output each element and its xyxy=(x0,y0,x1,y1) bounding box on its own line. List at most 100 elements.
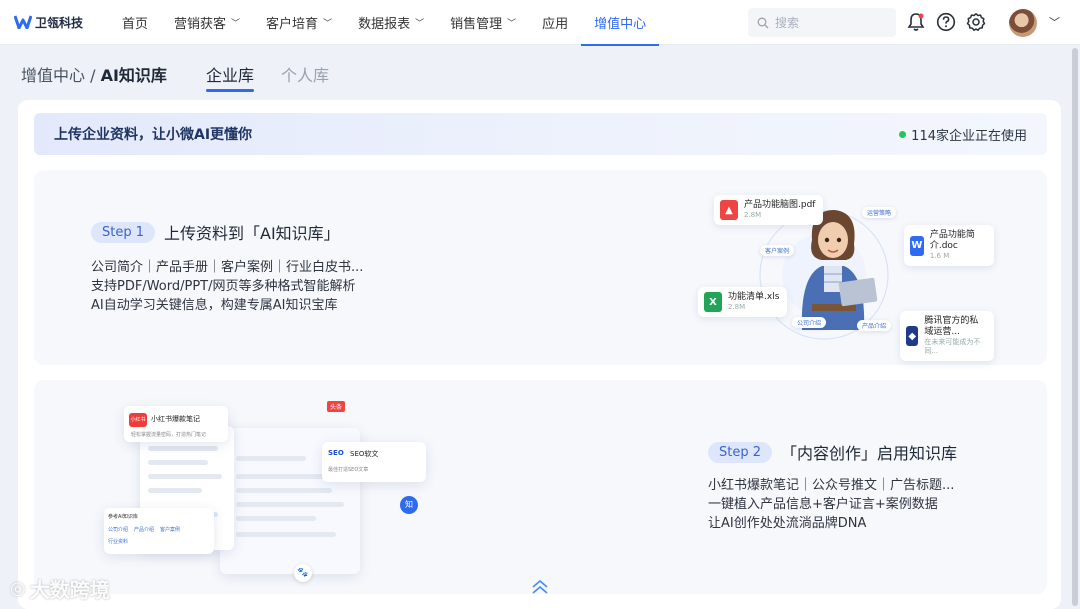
topic-tag: 产品介绍 xyxy=(857,320,892,331)
search-icon xyxy=(757,17,769,28)
watermark-logo-icon: ◎ xyxy=(10,578,26,599)
tab-personal-library[interactable]: 个人库 xyxy=(281,62,329,86)
step2-line: 让AI创作处处流淌品牌DNA xyxy=(708,516,867,531)
breadcrumb: 增值中心 / AI知识库 xyxy=(21,62,167,86)
page-scrollbar[interactable] xyxy=(1072,48,1078,606)
file-name: 功能清单.xls xyxy=(728,292,780,302)
step1-line: 支持PDF/Word/PPT/网页等多种格式智能解析 xyxy=(91,279,356,294)
nav-item[interactable]: 销售管理 ﹀ xyxy=(437,0,529,45)
breadcrumb-separator: / xyxy=(85,66,101,85)
search-input[interactable] xyxy=(775,15,885,30)
topic-tag: 客户案例 xyxy=(760,245,795,256)
avatar[interactable] xyxy=(1009,9,1037,37)
step1-line: 公司简介｜产品手册｜客户案例｜行业白皮书... xyxy=(91,260,364,275)
chevron-down-icon: ﹀ xyxy=(507,18,517,29)
banner-title: 上传企业资料，让小微AI更懂你 xyxy=(54,127,253,143)
file-size: 在未来可能成为不同... xyxy=(924,338,981,355)
seo-card[interactable]: SEO SEO软文 最佳打造SEO文章 xyxy=(322,442,426,482)
nav-item-label: 增值中心 xyxy=(594,16,647,32)
file-name: 产品功能简介.doc xyxy=(929,230,975,251)
article-thumbnail-icon: ◆ xyxy=(906,326,919,346)
file-size: 1.6 M xyxy=(929,252,950,260)
top-navbar: 卫瓴科技 首页 营销获客 ﹀ 客户培育 ﹀ 数据报表 ﹀ 销售管理 ﹀ 应用 增值中心 ﹀ xyxy=(0,0,1080,46)
search-box[interactable] xyxy=(748,8,896,37)
panel-tag: 客户案例 xyxy=(160,527,181,533)
panel-tag: 公司介绍 xyxy=(108,527,129,533)
main-nav: 首页 营销获客 ﹀ 客户培育 ﹀ 数据报表 ﹀ 销售管理 ﹀ 应用 增值中心 xyxy=(109,0,660,46)
step2-card: 小红书 小红书爆款笔记 轻松掌握流量密码，打造热门笔记 头条 SEO SEO软文… xyxy=(34,380,1047,594)
toutiao-badge: 头条 xyxy=(327,401,346,412)
panel-tag: 行业资料 xyxy=(108,539,129,545)
knowledge-select-panel[interactable]: 参考AI知识库 公司介绍 产品介绍 客户案例 行业资料 xyxy=(104,508,214,554)
topic-tag: 运营策略 xyxy=(862,207,897,218)
seo-subtitle: 最佳打造SEO文章 xyxy=(328,467,369,473)
status-dot-icon xyxy=(899,130,907,138)
step1-title: 上传资料到「AI知识库」 xyxy=(164,224,340,243)
step1-illustration: ▲ 产品功能脑图.pdf 2.8M W 产品功能简介.doc 1.6 M X 功能清… xyxy=(664,185,994,361)
seo-title: SEO软文 xyxy=(350,450,379,458)
watermark-text: 大数跨境 xyxy=(29,578,110,602)
file-chip-xls: X 功能清单.xls 2.8M xyxy=(698,287,788,317)
help-icon[interactable] xyxy=(935,11,957,33)
usage-status: 114家企业正在使用 xyxy=(899,125,1027,144)
xhs-subtitle: 轻松掌握流量密码，打造热门笔记 xyxy=(131,432,207,438)
file-chip-doc: W 产品功能简介.doc 1.6 M xyxy=(904,225,994,266)
nav-item-label: 客户培育 xyxy=(266,16,319,32)
step2-description: 小红书爆款笔记｜公众号推文｜广告标题... 一键植入产品信息+客户证言+案例数据… xyxy=(708,476,954,533)
nav-item-label: 应用 xyxy=(542,16,569,32)
usage-status-text: 114家企业正在使用 xyxy=(911,128,1027,144)
tab-enterprise-library[interactable]: 企业库 xyxy=(206,62,255,92)
nav-item-label: 数据报表 xyxy=(358,16,411,32)
gear-icon[interactable] xyxy=(965,11,987,33)
topic-tag: 公司介绍 xyxy=(792,317,827,328)
step2-badge: Step 2 xyxy=(708,441,773,463)
step2-title: 「内容创作」启用知识库 xyxy=(781,444,958,463)
file-size: 2.8M xyxy=(728,303,746,311)
nav-item[interactable]: 增值中心 xyxy=(581,0,660,46)
logo-mark-icon xyxy=(14,15,32,29)
step2-line: 一键植入产品信息+客户证言+案例数据 xyxy=(708,497,938,512)
xhs-card[interactable]: 小红书 小红书爆款笔记 轻松掌握流量密码，打造热门笔记 xyxy=(124,406,228,442)
main-panel: 上传企业资料，让小微AI更懂你 114家企业正在使用 Step 1 上传资料到「… xyxy=(18,100,1061,609)
nav-item-label: 营销获客 xyxy=(174,16,227,32)
chevron-down-icon: ﹀ xyxy=(415,18,425,29)
paw-icon: 🐾 xyxy=(294,564,312,582)
nav-item[interactable]: 营销获客 ﹀ xyxy=(161,0,253,45)
scroll-up-icon[interactable] xyxy=(530,578,550,596)
chevron-down-icon: ﹀ xyxy=(323,18,333,29)
nav-item[interactable]: 首页 xyxy=(109,0,161,45)
brand-name: 卫瓴科技 xyxy=(35,15,84,30)
file-name: 腾讯官方的私域运营... xyxy=(924,316,979,337)
file-name: 产品功能脑图.pdf xyxy=(744,200,816,210)
chevron-down-icon: ﹀ xyxy=(231,18,241,29)
step1-line: AI自动学习关键信息，构建专属AI知识宝库 xyxy=(91,298,338,313)
file-chip-pdf: ▲ 产品功能脑图.pdf 2.8M xyxy=(714,195,824,225)
breadcrumb-current: AI知识库 xyxy=(100,66,167,85)
pdf-file-icon: ▲ xyxy=(720,200,738,220)
panel-tag: 产品介绍 xyxy=(134,527,155,533)
step1-description: 公司简介｜产品手册｜客户案例｜行业白皮书... 支持PDF/Word/PPT/网… xyxy=(91,258,363,315)
file-size: 2.8M xyxy=(744,211,762,219)
xhs-badge: 小红书 xyxy=(129,413,147,427)
step2-illustration: 小红书 小红书爆款笔记 轻松掌握流量密码，打造热门笔记 头条 SEO SEO软文… xyxy=(104,398,426,588)
nav-item[interactable]: 数据报表 ﹀ xyxy=(345,0,437,45)
brand-logo[interactable]: 卫瓴科技 xyxy=(14,14,94,31)
step1-header: Step 1 上传资料到「AI知识库」 xyxy=(91,220,340,244)
seo-logo: SEO xyxy=(328,449,344,457)
bell-icon[interactable] xyxy=(905,11,927,33)
chevron-down-icon[interactable]: ﹀ xyxy=(1049,14,1060,30)
step1-card: Step 1 上传资料到「AI知识库」 公司简介｜产品手册｜客户案例｜行业白皮书… xyxy=(34,170,1047,365)
step2-line: 小红书爆款笔记｜公众号推文｜广告标题... xyxy=(708,478,955,493)
nav-item[interactable]: 客户培育 ﹀ xyxy=(253,0,345,45)
nav-item[interactable]: 应用 xyxy=(529,0,581,45)
step1-badge: Step 1 xyxy=(91,221,156,243)
step2-header: Step 2 「内容创作」启用知识库 xyxy=(708,440,957,464)
panel-title: 参考AI知识库 xyxy=(108,514,138,520)
nav-item-label: 首页 xyxy=(122,16,149,32)
xhs-title: 小红书爆款笔记 xyxy=(151,415,200,423)
word-file-icon: W xyxy=(910,235,924,256)
breadcrumb-parent[interactable]: 增值中心 xyxy=(21,66,85,85)
watermark: ◎ 大数跨境 xyxy=(10,574,110,603)
upload-banner: 上传企业资料，让小微AI更懂你 114家企业正在使用 xyxy=(34,113,1047,155)
zhihu-icon: 知 xyxy=(400,496,418,514)
